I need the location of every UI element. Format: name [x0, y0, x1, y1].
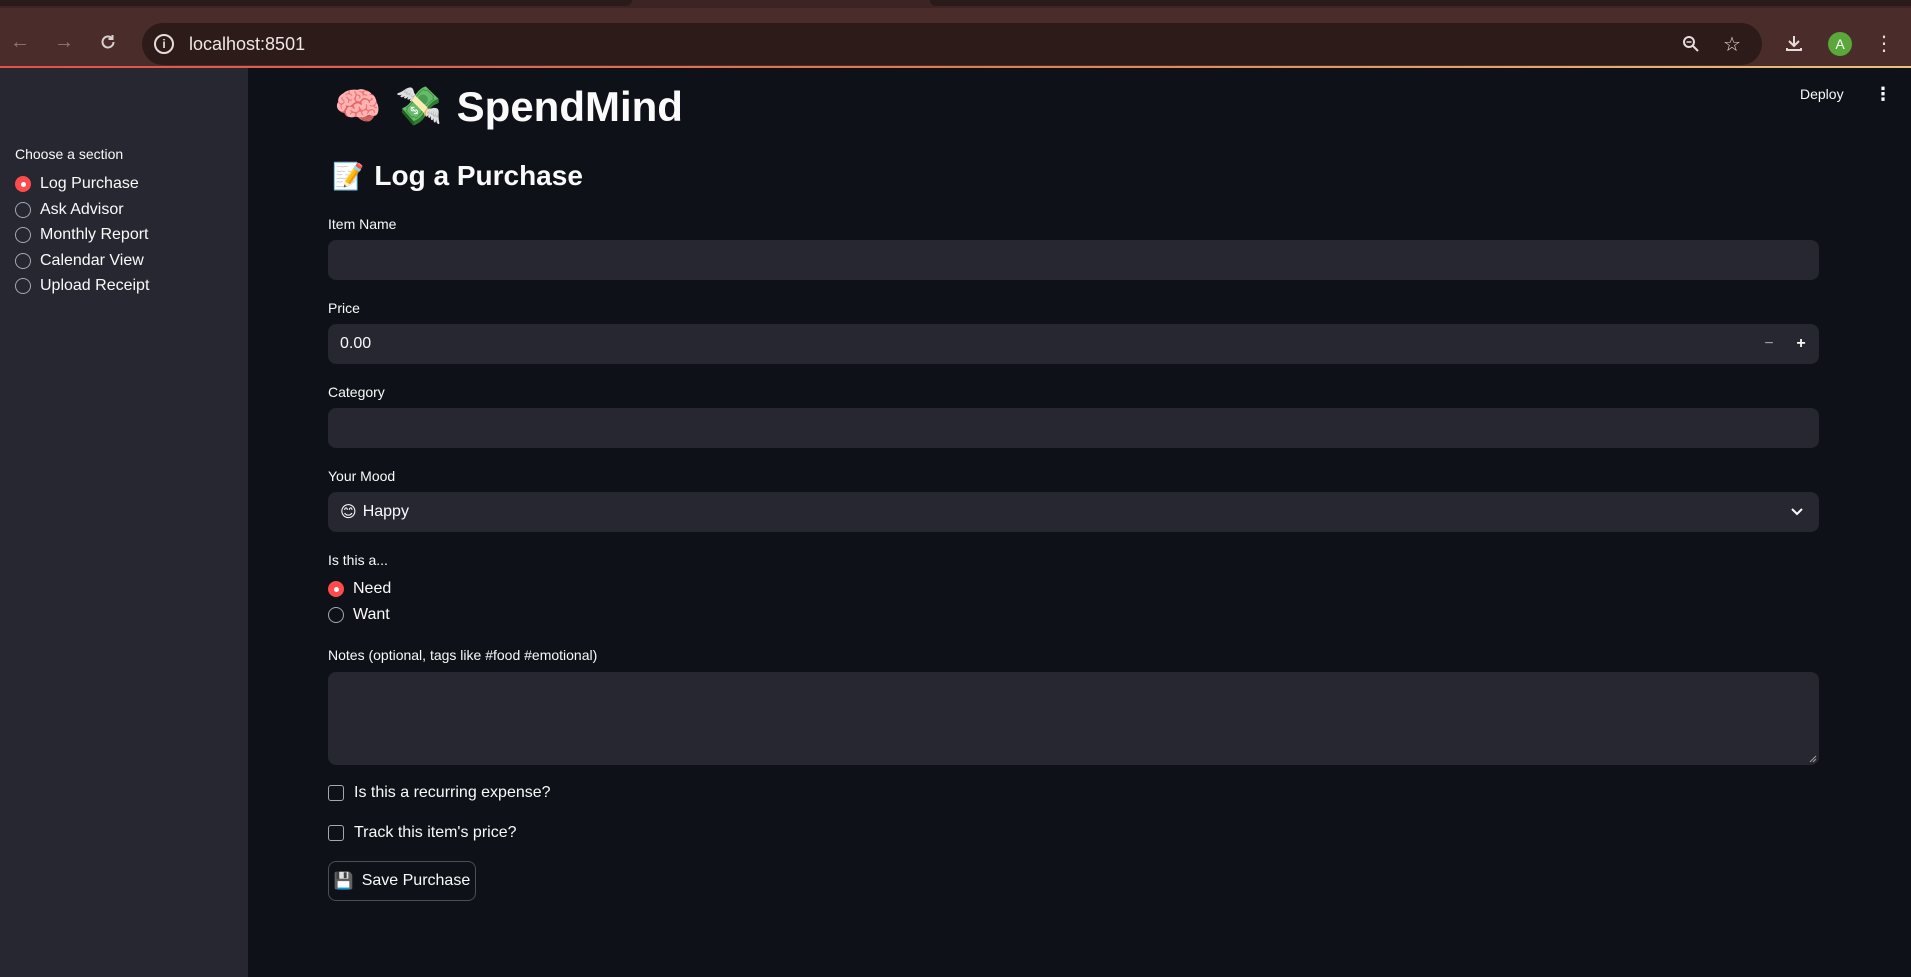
sidebar-item-label: Ask Advisor — [40, 201, 124, 218]
smile-icon: 😊 — [340, 504, 357, 521]
sidebar: Choose a section Log Purchase Ask Adviso… — [0, 68, 248, 977]
chevron-down-icon[interactable] — [1789, 503, 1805, 519]
sidebar-item-upload-receipt[interactable]: Upload Receipt — [15, 275, 149, 297]
deploy-button[interactable]: Deploy — [1800, 86, 1844, 102]
floppy-disk-icon: 💾 — [333, 873, 354, 890]
increment-button[interactable]: + — [1785, 324, 1817, 364]
recurring-label: Is this a recurring expense? — [354, 784, 551, 801]
radio-icon[interactable] — [15, 278, 31, 294]
mood-selected-value: Happy — [362, 503, 409, 520]
money-wings-icon: 💸 — [395, 86, 443, 128]
download-icon[interactable] — [1781, 30, 1807, 56]
sidebar-item-log-purchase[interactable]: Log Purchase — [15, 173, 139, 195]
mood-label: Your Mood — [328, 468, 396, 484]
brain-icon: 🧠 — [334, 86, 382, 128]
notes-label: Notes (optional, tags like #food #emotio… — [328, 647, 598, 663]
zoom-icon[interactable] — [1679, 32, 1703, 56]
loading-bar — [0, 66, 1911, 68]
radio-icon[interactable] — [15, 202, 31, 218]
profile-avatar[interactable]: A — [1828, 32, 1852, 56]
sidebar-item-label: Log Purchase — [40, 175, 139, 192]
address-bar[interactable]: i localhost:8501 ☆ — [142, 23, 1762, 65]
section-title: 📝 Log a Purchase — [332, 160, 583, 192]
memo-icon: 📝 — [332, 160, 365, 191]
sidebar-item-ask-advisor[interactable]: Ask Advisor — [15, 199, 124, 221]
forward-icon[interactable]: → — [50, 28, 78, 56]
back-icon[interactable]: ← — [6, 28, 34, 56]
radio-icon[interactable] — [328, 607, 344, 623]
item-name-label: Item Name — [328, 216, 397, 232]
price-label: Price — [328, 300, 360, 316]
resize-handle-icon[interactable] — [1809, 755, 1817, 763]
decrement-button[interactable]: − — [1753, 324, 1785, 364]
want-option[interactable]: Want — [328, 604, 390, 626]
mood-select[interactable]: 😊 Happy — [328, 492, 1819, 532]
sidebar-item-label: Monthly Report — [40, 226, 149, 243]
sidebar-item-calendar-view[interactable]: Calendar View — [15, 250, 144, 272]
item-name-input[interactable] — [328, 240, 1819, 280]
sidebar-item-label: Upload Receipt — [40, 277, 150, 294]
sidebar-item-label: Calendar View — [40, 252, 144, 269]
reload-icon[interactable] — [94, 28, 122, 56]
recurring-checkbox[interactable] — [328, 785, 344, 801]
app-title: 🧠 💸 SpendMind — [334, 82, 683, 132]
sidebar-label: Choose a section — [15, 146, 124, 162]
browser-tabs — [0, 0, 1911, 8]
track-price-checkbox-row[interactable]: Track this item's price? — [328, 822, 517, 844]
category-label: Category — [328, 384, 385, 400]
save-purchase-button[interactable]: 💾 Save Purchase — [328, 861, 476, 901]
browser-menu-icon[interactable]: ⋮ — [1871, 30, 1897, 56]
sidebar-item-monthly-report[interactable]: Monthly Report — [15, 224, 149, 246]
need-option-label: Need — [353, 580, 392, 597]
app-menu-icon[interactable]: ⋮ — [1874, 84, 1892, 105]
radio-selected-icon[interactable] — [328, 581, 344, 597]
radio-icon[interactable] — [15, 227, 31, 243]
browser-tab[interactable] — [930, 0, 1911, 6]
price-value[interactable]: 0.00 — [340, 335, 371, 353]
need-want-label: Is this a... — [328, 552, 388, 568]
browser-toolbar: ← → i localhost:8501 ☆ A ⋮ — [0, 8, 1911, 66]
track-price-label: Track this item's price? — [354, 824, 517, 841]
bookmark-star-icon[interactable]: ☆ — [1720, 32, 1744, 56]
radio-icon[interactable] — [15, 253, 31, 269]
app-title-text: SpendMind — [456, 83, 683, 130]
section-title-text: Log a Purchase — [374, 160, 583, 191]
recurring-checkbox-row[interactable]: Is this a recurring expense? — [328, 782, 551, 804]
notes-textarea[interactable] — [328, 672, 1819, 765]
save-purchase-label: Save Purchase — [361, 872, 471, 889]
browser-tab[interactable] — [0, 0, 632, 6]
address-url[interactable]: localhost:8501 — [189, 34, 305, 55]
price-input[interactable]: 0.00 − + — [328, 324, 1819, 364]
radio-selected-icon[interactable] — [15, 176, 31, 192]
track-price-checkbox[interactable] — [328, 825, 344, 841]
site-info-icon[interactable]: i — [154, 34, 174, 54]
category-input[interactable] — [328, 408, 1819, 448]
want-option-label: Want — [353, 606, 390, 623]
need-option[interactable]: Need — [328, 578, 391, 600]
